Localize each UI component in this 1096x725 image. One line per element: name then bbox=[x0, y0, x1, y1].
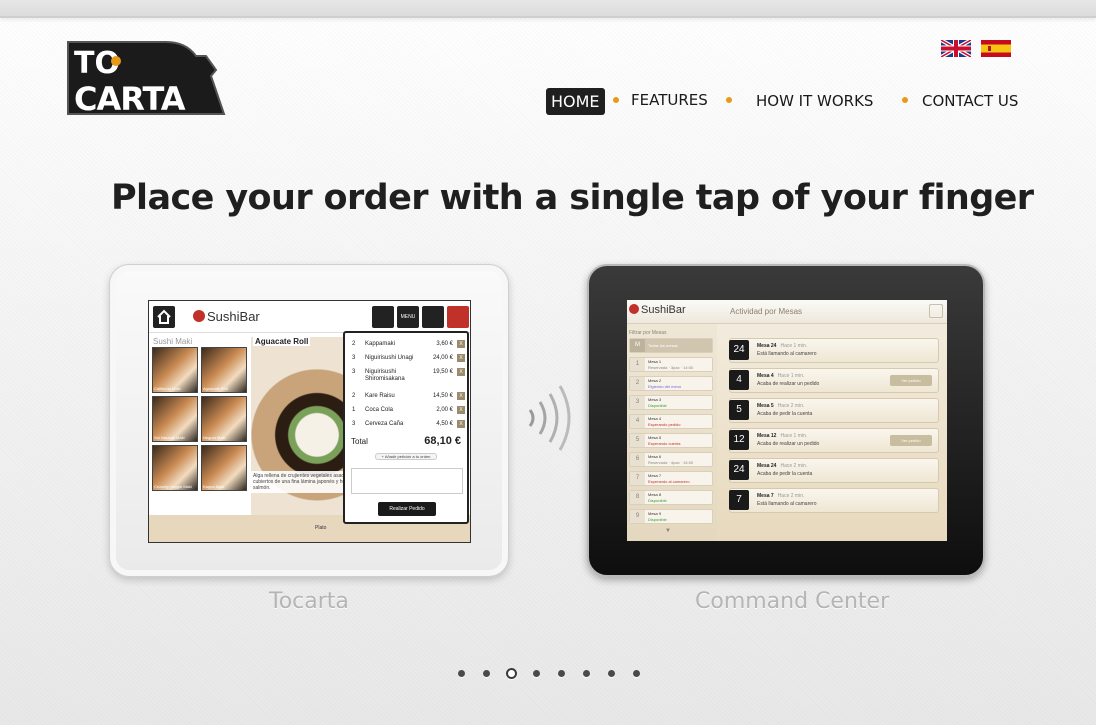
remove-item-button[interactable]: X bbox=[457, 420, 465, 428]
main-nav: HOME FEATURES HOW IT WORKS CONTACT US bbox=[0, 87, 1096, 115]
pagination-dot[interactable] bbox=[558, 670, 565, 677]
settings-icon[interactable] bbox=[929, 304, 943, 318]
home-icon[interactable] bbox=[153, 306, 175, 328]
dish-thumb[interactable]: Aguacate Roll bbox=[201, 347, 247, 393]
filter-label: Filtrar por Mesas bbox=[629, 330, 667, 336]
table-row[interactable]: 1 Mesa 1 Reservada · 3pax · 14:00 bbox=[629, 357, 713, 372]
order-panel: 2 Kappamaki 3,60 € X 3 Niguirisushi Unagi 24,… bbox=[343, 331, 469, 524]
top-bar bbox=[0, 0, 1096, 18]
activity-card[interactable]: 24 Mesa 24 Hace 2 min. Acaba de pedir la cu… bbox=[729, 458, 939, 483]
nav-separator-dot bbox=[726, 97, 732, 103]
table-row[interactable]: 7 Mesa 7 Esperando al camarero bbox=[629, 471, 713, 486]
activity-card[interactable]: 12 Mesa 12 Hace 1 min. Acaba de realizar un… bbox=[729, 428, 939, 453]
submit-order-button[interactable]: Realizar Pedido bbox=[378, 502, 436, 516]
view-order-button[interactable]: Ver pedido bbox=[890, 375, 932, 386]
pagination-dot[interactable] bbox=[533, 670, 540, 677]
table-row[interactable]: 3 Mesa 3 Disponible bbox=[629, 395, 713, 410]
spain-flag-icon[interactable] bbox=[981, 40, 1011, 57]
add-note-button[interactable]: + Añadir petición a tu orden bbox=[375, 453, 437, 460]
remove-item-button[interactable]: X bbox=[457, 354, 465, 362]
table-row[interactable]: 2 Mesa 2 Elgiendo del menú bbox=[629, 376, 713, 391]
section-title: Actividad por Mesas bbox=[730, 307, 803, 316]
tab-plato[interactable]: Plato bbox=[315, 525, 326, 531]
dish-thumb[interactable]: Sol Naranja Maki bbox=[152, 396, 198, 442]
table-row[interactable]: 6 Mesa 6 Reservada · 4pax · 16:00 bbox=[629, 452, 713, 467]
table-row[interactable]: 9 Mesa 9 Disponible bbox=[629, 509, 713, 524]
order-total: Total 68,10 € bbox=[351, 435, 461, 447]
command-center-screen: SushiBar Actividad por Mesas Filtrar por… bbox=[627, 300, 947, 541]
pagination-dot[interactable] bbox=[608, 670, 615, 677]
activity-card[interactable]: 4 Mesa 4 Hace 1 min. Acaba de realizar un p… bbox=[729, 368, 939, 393]
dish-thumb[interactable]: Kappa Maki bbox=[201, 445, 247, 491]
tocarta-caption: Tocarta bbox=[269, 589, 349, 614]
waiter-icon[interactable] bbox=[372, 306, 394, 328]
remove-item-button[interactable]: X bbox=[457, 368, 465, 376]
command-center-tablet[interactable]: SushiBar Actividad por Mesas Filtrar por… bbox=[587, 264, 985, 577]
remove-item-button[interactable]: X bbox=[457, 392, 465, 400]
tocarta-tablet[interactable]: SushiBar MENU Sushi Maki California Maki… bbox=[109, 264, 509, 577]
bill-icon[interactable] bbox=[422, 306, 444, 328]
command-center-caption: Command Center bbox=[695, 589, 890, 614]
all-tables-filter[interactable]: M Todas las mesas bbox=[629, 338, 713, 353]
dish-thumb[interactable]: California Maki bbox=[152, 347, 198, 393]
dish-title: Aguacate Roll bbox=[253, 337, 311, 346]
dish-thumb[interactable]: Crunchy Veggie Maki bbox=[152, 445, 198, 491]
cart-icon[interactable] bbox=[447, 306, 469, 328]
table-row[interactable]: 8 Mesa 8 Disponible bbox=[629, 490, 713, 505]
nav-features[interactable]: FEATURES bbox=[631, 87, 708, 114]
pagination-dot[interactable] bbox=[583, 670, 590, 677]
nav-home[interactable]: HOME bbox=[546, 88, 605, 115]
command-header: SushiBar Actividad por Mesas bbox=[627, 300, 947, 324]
pagination-dot[interactable] bbox=[458, 670, 465, 677]
brand: SushiBar bbox=[193, 309, 260, 324]
remove-item-button[interactable]: X bbox=[457, 406, 465, 414]
nav-how-it-works[interactable]: HOW IT WORKS bbox=[756, 88, 873, 115]
note-textarea[interactable] bbox=[351, 468, 463, 494]
tocarta-header: SushiBar MENU bbox=[149, 301, 470, 333]
dish-thumb[interactable]: Negum Maki bbox=[201, 396, 247, 442]
nav-separator-dot bbox=[902, 97, 908, 103]
slider-pagination bbox=[458, 668, 648, 680]
view-order-button[interactable]: Ver pedido bbox=[890, 435, 932, 446]
nav-separator-dot bbox=[613, 97, 619, 103]
pagination-dot[interactable] bbox=[633, 670, 640, 677]
nav-contact-us[interactable]: CONTACT US bbox=[922, 88, 1018, 115]
scroll-down-icon[interactable]: ▼ bbox=[665, 528, 671, 534]
hero-headline: Place your order with a single tap of yo… bbox=[111, 178, 1034, 218]
uk-flag-icon[interactable] bbox=[941, 40, 971, 57]
tocarta-screen: SushiBar MENU Sushi Maki California Maki… bbox=[148, 300, 471, 543]
wireless-signal-icon bbox=[528, 385, 571, 451]
pagination-dot[interactable] bbox=[483, 670, 490, 677]
order-total-value: 68,10 € bbox=[424, 435, 461, 447]
remove-item-button[interactable]: X bbox=[457, 340, 465, 348]
activity-card[interactable]: 7 Mesa 7 Hace 2 min. Está llamando al camar… bbox=[729, 488, 939, 513]
pagination-dot[interactable] bbox=[506, 668, 517, 679]
menu-button[interactable]: MENU bbox=[397, 306, 419, 328]
category-label: Sushi Maki bbox=[153, 337, 193, 346]
table-row[interactable]: 5 Mesa 5 Esperando cuenta bbox=[629, 433, 713, 448]
brand: SushiBar bbox=[629, 304, 686, 316]
activity-card[interactable]: 5 Mesa 5 Hace 2 min. Acaba de pedir la cuen… bbox=[729, 398, 939, 423]
table-row[interactable]: 4 Mesa 4 Esperando pedido bbox=[629, 414, 713, 429]
activity-card[interactable]: 24 Mesa 24 Hace 1 min. Está llamando al cam… bbox=[729, 338, 939, 363]
